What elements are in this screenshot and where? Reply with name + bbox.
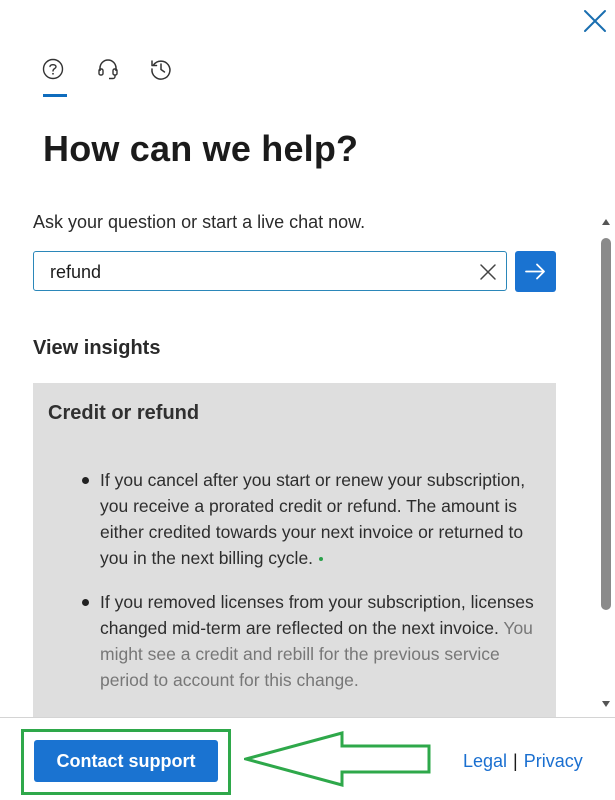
tab-history[interactable] (144, 52, 178, 86)
insight-bullet-list: If you cancel after you start or renew y… (33, 467, 556, 711)
clear-search-button[interactable] (476, 260, 500, 284)
headset-icon (98, 59, 118, 80)
close-icon (480, 264, 496, 280)
search-submit-button[interactable] (515, 251, 556, 292)
annotation-arrow-icon (244, 731, 431, 787)
link-separator: | (513, 751, 518, 771)
bullet-text: If you removed licenses from your subscr… (100, 592, 534, 638)
close-icon (584, 10, 606, 32)
page-title: How can we help? (43, 128, 359, 169)
privacy-link[interactable]: Privacy (524, 751, 583, 771)
scroll-up-icon[interactable] (600, 216, 612, 228)
footer-divider (0, 717, 615, 718)
insights-heading: View insights (33, 337, 161, 359)
help-circle-icon (42, 58, 64, 80)
scrollbar[interactable] (598, 216, 615, 712)
insight-card: Credit or refund If you cancel after you… (33, 383, 556, 717)
active-tab-indicator (43, 94, 67, 97)
scrollbar-thumb[interactable] (601, 238, 611, 610)
insight-bullet: If you cancel after you start or renew y… (33, 467, 556, 571)
insight-bullet: If you removed licenses from your subscr… (33, 589, 556, 693)
tab-help[interactable] (36, 52, 70, 86)
status-dot (319, 557, 324, 562)
history-icon (151, 60, 171, 80)
legal-link[interactable]: Legal (463, 751, 507, 771)
search-box (33, 251, 507, 292)
search-prompt: Ask your question or start a live chat n… (33, 212, 366, 232)
tab-live-chat[interactable] (91, 52, 125, 86)
footer-links: Legal | Privacy (463, 751, 583, 772)
search-input[interactable] (48, 252, 472, 292)
insight-card-title: Credit or refund (48, 402, 200, 424)
scroll-down-icon[interactable] (600, 698, 612, 710)
arrow-right-icon (525, 263, 545, 280)
contact-support-button[interactable]: Contact support (34, 740, 218, 782)
bullet-text: If you cancel after you start or renew y… (100, 470, 526, 568)
close-panel-button[interactable] (578, 4, 612, 38)
